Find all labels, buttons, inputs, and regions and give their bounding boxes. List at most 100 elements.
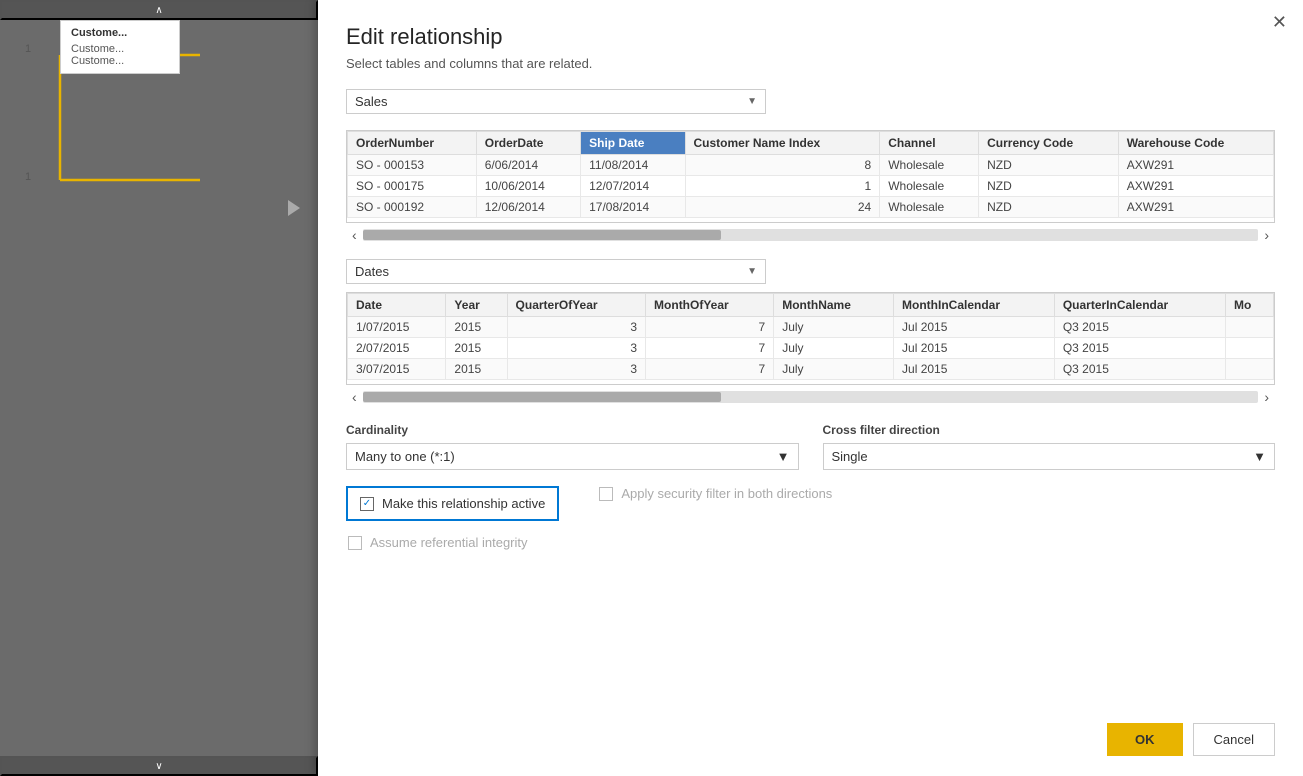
crossfilter-group: Cross filter direction Single ▼ <box>823 423 1276 470</box>
table1-scroll-track <box>363 229 1259 241</box>
dialog: ✕ Edit relationship Select tables and co… <box>318 0 1303 776</box>
cell-shipdate: 17/08/2014 <box>581 197 685 218</box>
table-row: 1/07/2015 2015 3 7 July Jul 2015 Q3 2015 <box>348 317 1274 338</box>
table1-scroll-row: ‹ › <box>346 225 1275 245</box>
table1-scroll-left[interactable]: ‹ <box>346 225 363 245</box>
dialog-footer: OK Cancel <box>346 707 1275 756</box>
table-row: SO - 000192 12/06/2014 17/08/2014 24 Who… <box>348 197 1274 218</box>
cell-year: 2015 <box>446 338 507 359</box>
security-filter-checkbox[interactable] <box>599 487 613 501</box>
table2-header-row: Date Year QuarterOfYear MonthOfYear Mont… <box>348 294 1274 317</box>
crossfilter-dropdown[interactable]: Single ▼ <box>823 443 1276 470</box>
table2-scroll-left[interactable]: ‹ <box>346 387 363 407</box>
table-row: SO - 000153 6/06/2014 11/08/2014 8 Whole… <box>348 155 1274 176</box>
cell-monthincal: Jul 2015 <box>894 338 1055 359</box>
cell-qoy: 3 <box>507 338 646 359</box>
cell-custindex: 24 <box>685 197 880 218</box>
security-filter-container: Apply security filter in both directions <box>599 486 832 509</box>
table1-dropdown-value: Sales <box>355 94 388 109</box>
cardinality-arrow-icon: ▼ <box>777 449 790 464</box>
cell-shipdate: 12/07/2014 <box>581 176 685 197</box>
cell-mo <box>1225 359 1273 380</box>
security-filter-label: Apply security filter in both directions <box>621 486 832 501</box>
security-filter-row: Apply security filter in both directions <box>599 486 832 501</box>
cell-quarterincal: Q3 2015 <box>1054 338 1225 359</box>
cell-monthname: July <box>774 317 894 338</box>
table1-scroll-right[interactable]: › <box>1258 225 1275 245</box>
cell-moy: 7 <box>646 338 774 359</box>
controls-row: Cardinality Many to one (*:1) ▼ Cross fi… <box>346 423 1275 470</box>
table1-dropdown[interactable]: Sales ▼ <box>346 89 766 114</box>
cell-monthincal: Jul 2015 <box>894 317 1055 338</box>
make-active-checkbox[interactable] <box>360 497 374 511</box>
table2-dropdown[interactable]: Dates ▼ <box>346 259 766 284</box>
table2-scroll-track <box>363 391 1259 403</box>
referential-integrity-label: Assume referential integrity <box>370 535 528 550</box>
cardinality-value: Many to one (*:1) <box>355 449 455 464</box>
cell-custindex: 8 <box>685 155 880 176</box>
cancel-button[interactable]: Cancel <box>1193 723 1275 756</box>
make-active-row[interactable]: Make this relationship active <box>346 486 559 521</box>
cell-year: 2015 <box>446 317 507 338</box>
referential-integrity-checkbox[interactable] <box>348 536 362 550</box>
canvas-card-title: Custome... <box>71 27 169 39</box>
canvas-scroll-down[interactable]: ∨ <box>0 756 318 776</box>
ok-button[interactable]: OK <box>1107 723 1183 756</box>
cardinality-dropdown[interactable]: Many to one (*:1) ▼ <box>346 443 799 470</box>
table2-col-monthincalendar: MonthInCalendar <box>894 294 1055 317</box>
table2-dropdown-row: Dates ▼ <box>346 259 1275 284</box>
cell-warehouse: AXW291 <box>1118 176 1273 197</box>
crossfilter-value: Single <box>832 449 868 464</box>
cell-custindex: 1 <box>685 176 880 197</box>
canvas-scroll-up[interactable]: ∧ <box>0 0 318 20</box>
table2-wrapper: Date Year QuarterOfYear MonthOfYear Mont… <box>346 292 1275 385</box>
cell-date: 3/07/2015 <box>348 359 446 380</box>
table1-col-shipdate: Ship Date <box>581 132 685 155</box>
cell-date: 1/07/2015 <box>348 317 446 338</box>
table2-col-date: Date <box>348 294 446 317</box>
cell-qoy: 3 <box>507 317 646 338</box>
make-active-container: Make this relationship active <box>346 486 559 529</box>
canvas-card-row-2: Custome... <box>71 55 169 67</box>
cell-orderdate: 6/06/2014 <box>476 155 580 176</box>
table1-dropdown-arrow: ▼ <box>747 96 757 107</box>
table-row: SO - 000175 10/06/2014 12/07/2014 1 Whol… <box>348 176 1274 197</box>
table2-col-monthofyear: MonthOfYear <box>646 294 774 317</box>
table1-col-ordernumber: OrderNumber <box>348 132 477 155</box>
cell-warehouse: AXW291 <box>1118 197 1273 218</box>
table1-col-customernameindex: Customer Name Index <box>685 132 880 155</box>
table2-scroll-thumb <box>363 392 721 402</box>
cell-ordernumber: SO - 000153 <box>348 155 477 176</box>
canvas-card-row-1: Custome... <box>71 43 169 55</box>
table2-col-quarterincalendar: QuarterInCalendar <box>1054 294 1225 317</box>
table2-dropdown-value: Dates <box>355 264 389 279</box>
svg-text:1: 1 <box>25 171 31 183</box>
cell-quarterincal: Q3 2015 <box>1054 359 1225 380</box>
cell-currency: NZD <box>979 176 1119 197</box>
close-button[interactable]: ✕ <box>1272 12 1287 33</box>
make-active-label: Make this relationship active <box>382 496 545 511</box>
cell-year: 2015 <box>446 359 507 380</box>
table2-col-mo: Mo <box>1225 294 1273 317</box>
cell-monthname: July <box>774 338 894 359</box>
table2-col-quarterofyear: QuarterOfYear <box>507 294 646 317</box>
table2-col-year: Year <box>446 294 507 317</box>
cell-mo <box>1225 317 1273 338</box>
cell-mo <box>1225 338 1273 359</box>
cell-date: 2/07/2015 <box>348 338 446 359</box>
cell-quarterincal: Q3 2015 <box>1054 317 1225 338</box>
cell-shipdate: 11/08/2014 <box>581 155 685 176</box>
table1-col-warehousecode: Warehouse Code <box>1118 132 1273 155</box>
cell-ordernumber: SO - 000192 <box>348 197 477 218</box>
cell-monthname: July <box>774 359 894 380</box>
table1: OrderNumber OrderDate Ship Date Customer… <box>347 131 1274 218</box>
table-row: 2/07/2015 2015 3 7 July Jul 2015 Q3 2015 <box>348 338 1274 359</box>
crossfilter-label: Cross filter direction <box>823 423 1276 437</box>
dialog-title: Edit relationship <box>346 24 1275 50</box>
table2-scroll-right[interactable]: › <box>1258 387 1275 407</box>
referential-integrity-row: Assume referential integrity <box>348 535 1275 550</box>
cell-currency: NZD <box>979 197 1119 218</box>
table1-wrapper: OrderNumber OrderDate Ship Date Customer… <box>346 130 1275 223</box>
cell-channel: Wholesale <box>880 197 979 218</box>
table2-scroll-row: ‹ › <box>346 387 1275 407</box>
